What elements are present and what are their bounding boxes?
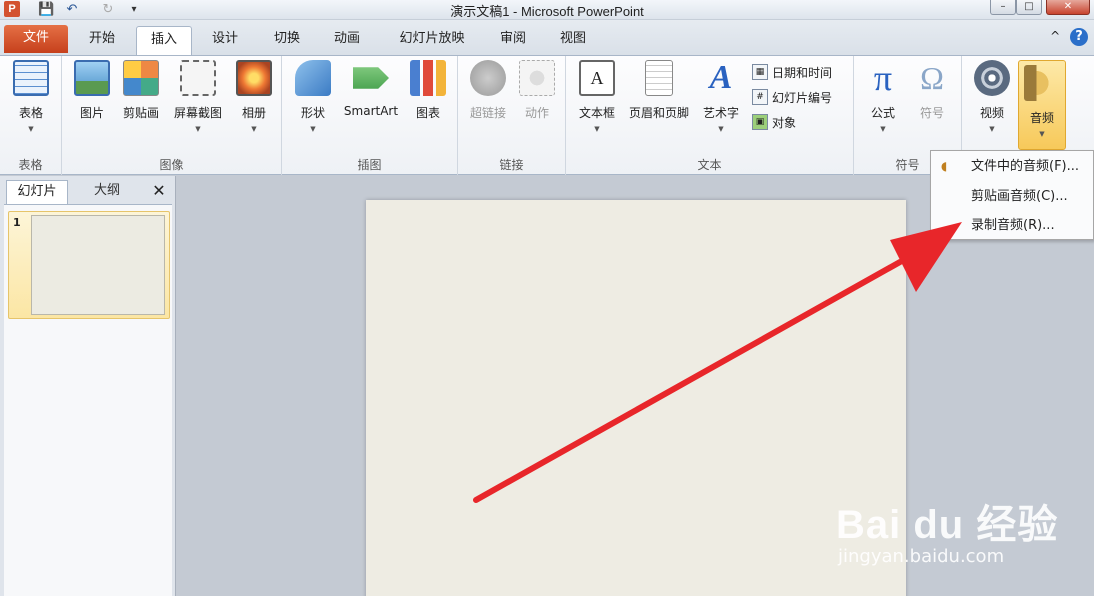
watermark-brand: Bai du 经验 bbox=[836, 503, 1059, 547]
ribbon-tab-bar: 文件 开始 插入 设计 切换 动画 幻灯片放映 审阅 视图 ^ ? bbox=[0, 20, 1094, 57]
slide-thumbnail[interactable]: 1 bbox=[8, 211, 170, 319]
tab-home[interactable]: 开始 bbox=[78, 26, 126, 54]
menu-item-clipart-audio[interactable]: 剪贴画音频(C)... bbox=[931, 183, 1093, 211]
pi-icon: π bbox=[873, 58, 893, 98]
group-links: 超链接 动作 链接 bbox=[458, 56, 566, 175]
tab-file[interactable]: 文件 bbox=[4, 25, 68, 53]
clipart-button[interactable]: 剪贴画 bbox=[118, 60, 164, 121]
shapes-button[interactable]: 形状 ▼ bbox=[290, 60, 336, 133]
tab-outline[interactable]: 大纲 bbox=[72, 180, 142, 204]
chart-icon bbox=[410, 60, 446, 96]
tab-view[interactable]: 视图 bbox=[548, 26, 598, 54]
omega-icon: Ω bbox=[920, 60, 944, 96]
group-label-table: 表格 bbox=[18, 158, 43, 172]
video-button[interactable]: 视频 ▼ bbox=[970, 60, 1014, 133]
object-button[interactable]: ▣ 对象 bbox=[752, 112, 796, 132]
equation-button[interactable]: π 公式 ▼ bbox=[860, 60, 906, 133]
menu-item-audio-from-file[interactable]: 文件中的音频(F)... bbox=[931, 153, 1093, 181]
wordart-button[interactable]: A 艺术字 ▼ bbox=[698, 59, 744, 134]
group-label-illustrations: 插图 bbox=[357, 158, 382, 172]
picture-button[interactable]: 图片 bbox=[70, 60, 114, 121]
close-window-button[interactable]: ✕ bbox=[1046, 0, 1090, 15]
chart-button[interactable]: 图表 bbox=[406, 60, 450, 121]
object-icon: ▣ bbox=[752, 114, 768, 130]
smartart-button[interactable]: SmartArt bbox=[338, 60, 404, 118]
group-table: 表格 ▼ 表格 bbox=[0, 56, 62, 175]
group-illustrations: 形状 ▼ SmartArt 图表 插图 bbox=[282, 56, 458, 175]
slide-thumbnail-image bbox=[31, 215, 165, 315]
slide-number-button[interactable]: # 幻灯片编号 bbox=[752, 87, 832, 107]
tab-animations[interactable]: 动画 bbox=[322, 26, 372, 54]
group-images: 图片 剪贴画 屏幕截图 ▼ 相册 ▼ 图像 bbox=[62, 56, 282, 175]
minimize-ribbon-icon[interactable]: ^ bbox=[1050, 29, 1060, 43]
slides-pane: 幻灯片 大纲 ✕ 1 bbox=[0, 176, 176, 596]
film-reel-icon bbox=[974, 60, 1010, 96]
textbox-button[interactable]: A 文本框 ▼ bbox=[574, 60, 620, 133]
group-label-links: 链接 bbox=[499, 158, 524, 172]
screenshot-button[interactable]: 屏幕截图 ▼ bbox=[168, 60, 228, 133]
clipart-icon bbox=[123, 60, 159, 96]
screenshot-icon bbox=[180, 60, 216, 96]
menu-item-record-audio[interactable]: 录制音频(R)... bbox=[931, 212, 1093, 240]
picture-icon bbox=[74, 60, 110, 96]
header-footer-icon bbox=[645, 60, 673, 96]
datetime-button[interactable]: ▦ 日期和时间 bbox=[752, 62, 832, 82]
hyperlink-button[interactable]: 超链接 bbox=[464, 60, 512, 121]
slide-number: 1 bbox=[13, 216, 21, 229]
tab-design[interactable]: 设计 bbox=[200, 26, 250, 54]
slide-number-icon: # bbox=[752, 89, 768, 105]
textbox-icon: A bbox=[579, 60, 615, 96]
close-pane-icon[interactable]: ✕ bbox=[148, 180, 170, 204]
audio-dropdown-menu: ◖ 文件中的音频(F)... 剪贴画音频(C)... 录制音频(R)... bbox=[930, 150, 1094, 240]
table-button[interactable]: 表格 ▼ bbox=[8, 60, 54, 133]
help-icon[interactable]: ? bbox=[1070, 28, 1088, 46]
album-button[interactable]: 相册 ▼ bbox=[234, 60, 274, 133]
help-area: ^ ? bbox=[1050, 28, 1088, 46]
smartart-icon bbox=[353, 67, 389, 89]
audio-button[interactable]: 音频 ▼ bbox=[1018, 60, 1066, 150]
speaker-icon bbox=[1024, 65, 1060, 101]
wordart-icon: A bbox=[709, 59, 733, 96]
tab-slideshow[interactable]: 幻灯片放映 bbox=[384, 26, 480, 54]
tab-insert[interactable]: 插入 bbox=[136, 26, 192, 57]
window-title: 演示文稿1 - Microsoft PowerPoint bbox=[450, 4, 644, 19]
group-text: A 文本框 ▼ 页眉和页脚 A 艺术字 ▼ ▦ 日期和时间 # 幻灯片编号 ▣ … bbox=[566, 56, 854, 175]
header-footer-button[interactable]: 页眉和页脚 bbox=[624, 60, 694, 121]
slide-canvas[interactable] bbox=[366, 200, 906, 596]
maximize-window-button[interactable]: □ bbox=[1016, 0, 1042, 15]
tab-slides[interactable]: 幻灯片 bbox=[6, 180, 68, 204]
calendar-icon: ▦ bbox=[752, 64, 768, 80]
group-label-images: 图像 bbox=[159, 158, 184, 172]
slide-thumbnail-list: 1 bbox=[4, 204, 172, 596]
hyperlink-icon bbox=[470, 60, 506, 96]
tab-review[interactable]: 审阅 bbox=[488, 26, 538, 54]
baidu-watermark: Bai du 经验 jingyan.baidu.com bbox=[836, 478, 1086, 578]
tab-transitions[interactable]: 切换 bbox=[262, 26, 312, 54]
table-icon bbox=[13, 60, 49, 96]
action-button[interactable]: 动作 bbox=[516, 60, 558, 121]
photo-album-icon bbox=[236, 60, 272, 96]
symbol-button[interactable]: Ω 符号 bbox=[910, 60, 954, 121]
watermark-url: jingyan.baidu.com bbox=[838, 546, 1005, 567]
minimize-window-button[interactable]: – bbox=[990, 0, 1016, 15]
shapes-icon bbox=[295, 60, 331, 96]
group-label-text: 文本 bbox=[697, 158, 722, 172]
action-star-icon bbox=[519, 60, 555, 96]
title-bar: P 💾 ↶ ↻ ▾ 演示文稿1 - Microsoft PowerPoint –… bbox=[0, 0, 1094, 20]
